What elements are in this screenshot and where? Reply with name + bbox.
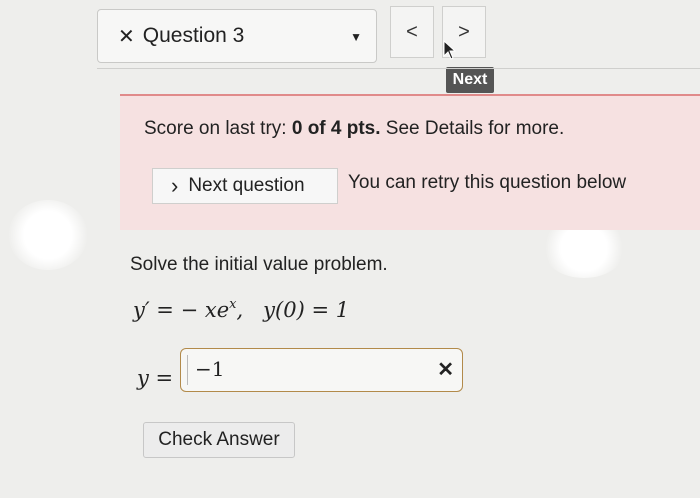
- score-value: 0 of 4 pts.: [291, 118, 381, 139]
- chevron-left-icon: <: [406, 20, 418, 43]
- answer-label: y =: [137, 366, 174, 390]
- input-divider: [187, 355, 188, 385]
- score-suffix: See Details for more.: [380, 118, 565, 139]
- next-question-button[interactable]: › Next question: [152, 168, 338, 204]
- incorrect-icon: ✕: [437, 359, 454, 381]
- divider: [97, 68, 700, 69]
- question-label: Question 3: [142, 24, 245, 47]
- answer-input[interactable]: −1 ✕: [180, 348, 463, 392]
- retry-message: You can retry this question below: [348, 172, 627, 193]
- chevron-right-icon: >: [458, 20, 470, 43]
- chevron-right-icon: ›: [171, 173, 179, 198]
- equation-exp-base: e: [216, 298, 230, 322]
- score-prefix: Score on last try:: [144, 118, 292, 139]
- equation-lhs: y′ = − x: [133, 298, 217, 322]
- caret-down-icon: ▼: [350, 30, 362, 44]
- next-question-label: Next question: [188, 175, 305, 196]
- equation-initial-condition: , y(0) = 1: [236, 298, 350, 322]
- question-selector[interactable]: ✕ Question 3 ▼: [97, 9, 377, 63]
- close-icon: ✕: [118, 25, 135, 48]
- check-answer-button[interactable]: Check Answer: [143, 422, 295, 458]
- next-tooltip: Next: [446, 67, 494, 93]
- answer-value: −1: [195, 357, 225, 381]
- score-message: Score on last try: 0 of 4 pts. See Detai…: [144, 118, 564, 140]
- score-panel: Score on last try: 0 of 4 pts. See Detai…: [120, 96, 700, 230]
- mouse-cursor-icon: [443, 40, 457, 60]
- problem-prompt: Solve the initial value problem.: [130, 254, 388, 275]
- problem-equation: y′ = − xex, y(0) = 1: [133, 297, 349, 322]
- screen-glare: [8, 200, 88, 270]
- prev-question-button[interactable]: <: [390, 6, 434, 58]
